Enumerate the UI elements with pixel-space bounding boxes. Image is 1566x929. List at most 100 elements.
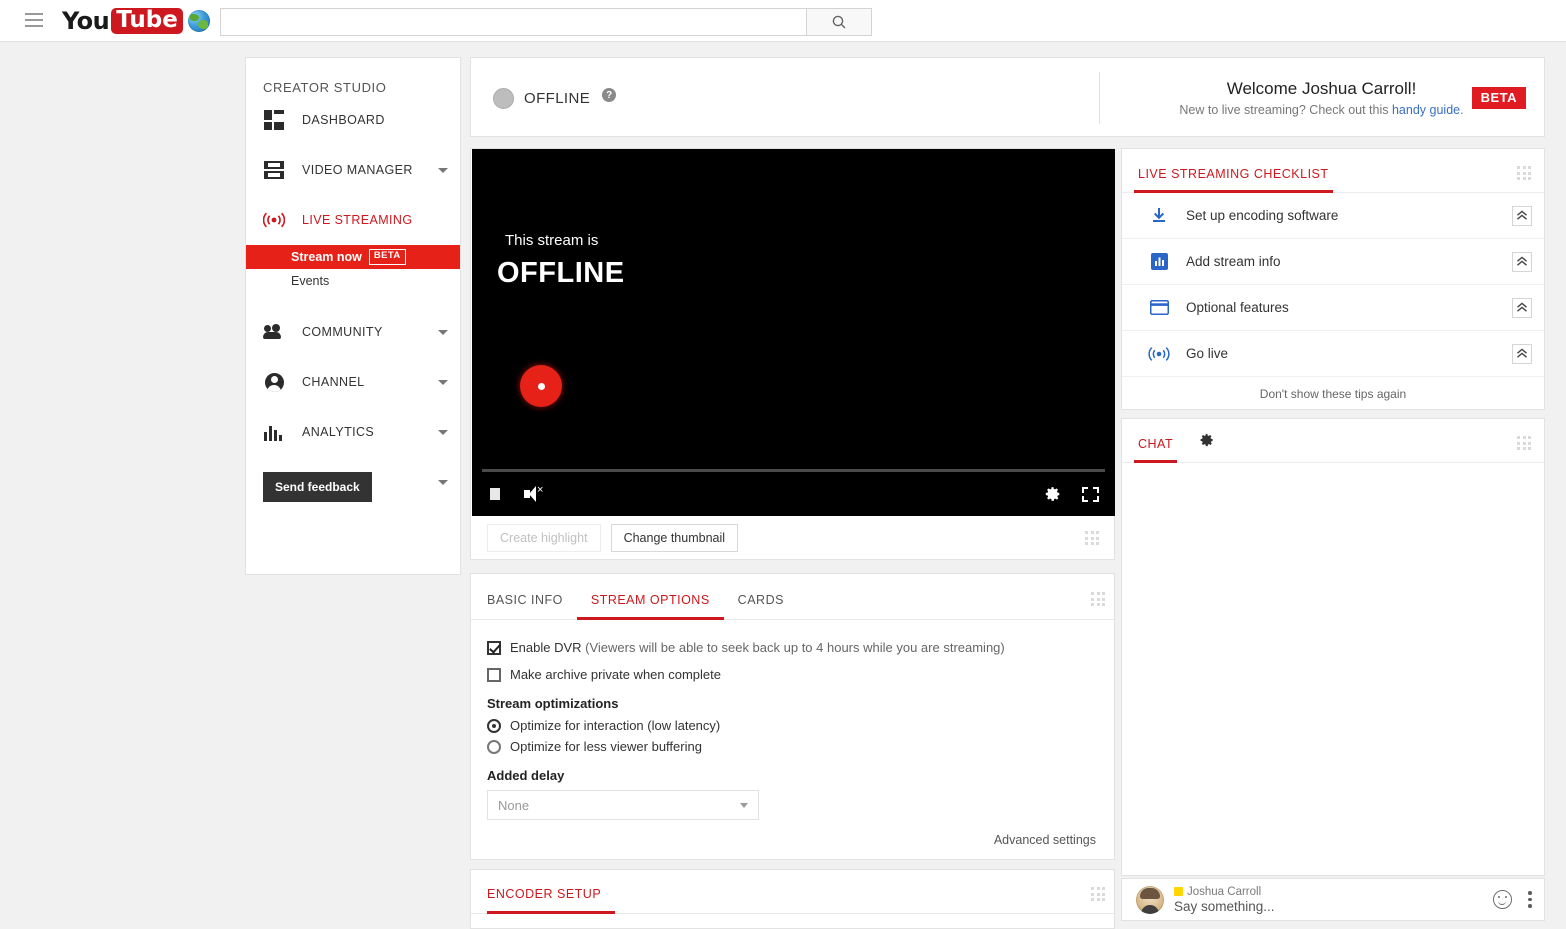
stream-info-icon — [1148, 253, 1170, 270]
gear-icon[interactable] — [1044, 485, 1062, 503]
sidebar-item-live-streaming[interactable]: LIVE STREAMING — [246, 195, 460, 245]
checklist-item-stream-info[interactable]: Add stream info — [1122, 239, 1544, 285]
player-action-bar: Create highlight Change thumbnail — [471, 516, 1114, 560]
double-chevron-up-icon[interactable] — [1512, 343, 1532, 364]
checklist-item-encoding-software[interactable]: Set up encoding software — [1122, 193, 1544, 239]
gear-icon[interactable] — [1199, 432, 1215, 453]
sidebar-item-video-manager[interactable]: VIDEO MANAGER — [246, 145, 460, 195]
stop-icon[interactable] — [488, 486, 502, 502]
volume-muted-icon[interactable] — [524, 484, 544, 502]
optimize-interaction-radio[interactable] — [487, 718, 501, 733]
owner-badge-icon — [1174, 887, 1183, 896]
checklist-item-label: Add stream info — [1186, 254, 1281, 269]
tab-basic-info[interactable]: BASIC INFO — [487, 593, 577, 619]
enable-dvr-row[interactable]: Enable DVR (Viewers will be able to seek… — [487, 640, 1092, 655]
dismiss-tips-link[interactable]: Don't show these tips again — [1122, 377, 1544, 401]
hamburger-bar — [25, 13, 43, 15]
chevron-down-icon[interactable] — [438, 329, 448, 335]
chevron-down-icon[interactable] — [438, 167, 448, 173]
youtube-logo[interactable]: You Tube — [62, 7, 210, 35]
welcome-subtitle: New to live streaming? Check out this ha… — [1179, 103, 1463, 117]
status-label: OFFLINE — [524, 89, 591, 107]
handy-guide-link[interactable]: handy guide — [1392, 103, 1460, 117]
checklist-item-go-live[interactable]: Go live — [1122, 331, 1544, 377]
double-chevron-up-icon[interactable] — [1512, 251, 1532, 272]
optimize-buffering-radio[interactable] — [487, 739, 501, 754]
video-player[interactable]: This stream is OFFLINE — [472, 149, 1115, 516]
globe-icon — [187, 10, 210, 32]
masthead: You Tube — [0, 0, 1566, 42]
sidebar-title: CREATOR STUDIO — [263, 80, 387, 95]
advanced-settings-link[interactable]: Advanced settings — [994, 833, 1096, 847]
sidebar-subitem-stream-now[interactable]: Stream now BETA — [246, 245, 460, 269]
channel-avatar-icon — [263, 371, 285, 393]
page-title: Welcome Joshua Carroll! — [1226, 79, 1417, 98]
fullscreen-icon[interactable] — [1082, 486, 1099, 502]
sidebar-item-dashboard[interactable]: DASHBOARD — [246, 95, 460, 145]
sidebar-item-community[interactable]: COMMUNITY — [246, 307, 460, 357]
player-controls — [472, 472, 1115, 516]
search-bar — [220, 8, 872, 36]
avatar — [1136, 885, 1164, 914]
status-indicator-dot — [493, 87, 514, 109]
live-streaming-checklist-card: LIVE STREAMING CHECKLIST Set up encoding… — [1121, 148, 1545, 410]
video-manager-icon — [263, 159, 285, 181]
kebab-menu-icon[interactable] — [1528, 891, 1532, 908]
optimize-buffering-row[interactable]: Optimize for less viewer buffering — [487, 739, 1092, 754]
sidebar-subitem-events[interactable]: Events — [246, 269, 460, 293]
archive-private-checkbox[interactable] — [487, 668, 501, 682]
chat-card: CHAT — [1121, 418, 1545, 876]
chat-input[interactable]: Say something... — [1174, 899, 1275, 914]
beta-badge: BETA — [368, 249, 406, 265]
create-highlight-button[interactable]: Create highlight — [487, 524, 601, 552]
live-streaming-icon — [263, 209, 285, 231]
optimize-interaction-row[interactable]: Optimize for interaction (low latency) — [487, 718, 1092, 733]
added-delay-select[interactable]: None — [487, 790, 759, 820]
double-chevron-up-icon[interactable] — [1512, 205, 1532, 226]
drag-handle-icon[interactable] — [1090, 591, 1106, 607]
help-icon[interactable]: ? — [602, 88, 617, 102]
chat-title: CHAT — [1133, 437, 1178, 463]
drag-handle-icon[interactable] — [1084, 530, 1100, 546]
change-thumbnail-button[interactable]: Change thumbnail — [610, 524, 739, 552]
drag-handle-icon[interactable] — [1090, 886, 1106, 902]
chat-compose-actions — [1493, 890, 1532, 909]
double-chevron-up-icon[interactable] — [1512, 297, 1532, 318]
drag-handle-icon[interactable] — [1516, 165, 1532, 181]
card-icon — [1148, 300, 1170, 315]
chevron-down-icon[interactable] — [438, 379, 448, 385]
archive-private-row[interactable]: Make archive private when complete — [487, 667, 1092, 682]
checklist-item-label: Optional features — [1186, 300, 1289, 315]
sidebar-item-label: COMMUNITY — [302, 325, 383, 339]
optimize-interaction-label: Optimize for interaction (low latency) — [510, 718, 721, 733]
record-button-icon[interactable] — [520, 365, 562, 407]
sidebar-item-channel[interactable]: CHANNEL — [246, 357, 460, 407]
enable-dvr-checkbox[interactable] — [487, 641, 501, 655]
search-input[interactable] — [220, 8, 806, 36]
chevron-down-icon[interactable] — [438, 429, 448, 435]
chat-author: Joshua Carroll — [1174, 886, 1275, 898]
checklist-item-optional-features[interactable]: Optional features — [1122, 285, 1544, 331]
tab-encoder-setup[interactable]: ENCODER SETUP — [487, 887, 616, 914]
welcome-subtitle-suffix: . — [1460, 103, 1464, 117]
emoji-icon[interactable] — [1493, 890, 1512, 909]
beta-badge[interactable]: BETA — [1471, 87, 1526, 109]
sidebar-subitem-label: Stream now — [291, 250, 362, 264]
drag-handle-icon[interactable] — [1516, 435, 1532, 451]
hamburger-menu-icon[interactable] — [25, 13, 43, 27]
sidebar-item-label: LIVE STREAMING — [302, 213, 413, 227]
sidebar-item-label: VIDEO MANAGER — [302, 163, 413, 177]
people-icon — [263, 321, 285, 343]
logo-you-text: You — [62, 7, 110, 35]
tab-cards[interactable]: CARDS — [724, 593, 798, 619]
tab-stream-options[interactable]: STREAM OPTIONS — [576, 593, 724, 620]
player-offline-line1: This stream is — [505, 232, 599, 249]
sidebar-item-analytics[interactable]: ANALYTICS — [246, 407, 460, 457]
archive-private-label: Make archive private when complete — [510, 667, 721, 682]
search-button[interactable] — [806, 8, 872, 36]
chevron-down-icon[interactable] — [438, 479, 448, 485]
send-feedback-button[interactable]: Send feedback — [263, 472, 372, 502]
chevron-down-icon — [740, 802, 748, 808]
search-icon — [832, 15, 846, 29]
added-delay-value: None — [498, 797, 530, 813]
